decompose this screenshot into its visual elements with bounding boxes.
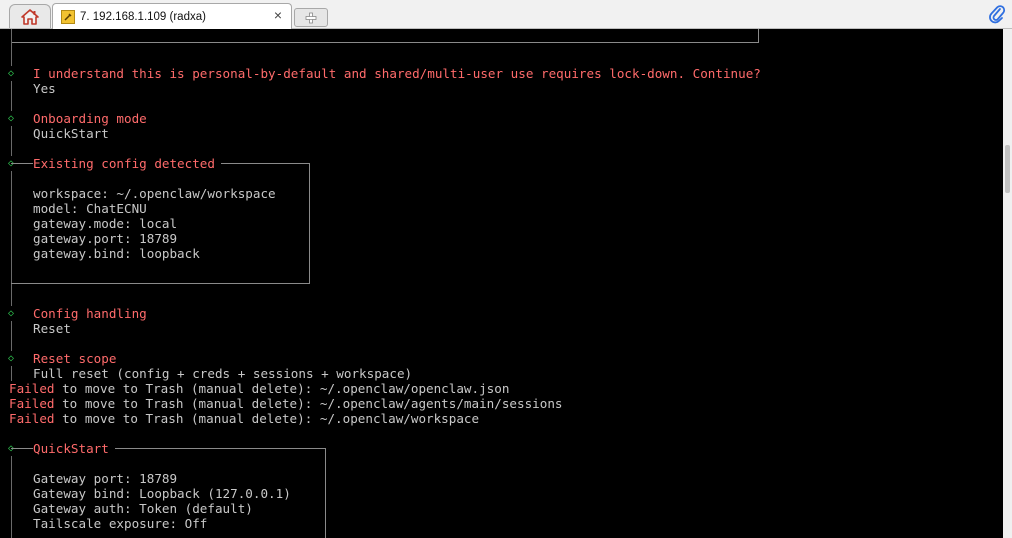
terminal-output[interactable]: ◇ I understand this is personal-by-defau… <box>0 29 1003 538</box>
quickstart-line: Gateway auth: Token (default) <box>33 501 253 516</box>
tab-title: 7. 192.168.1.109 (radxa) <box>80 10 206 23</box>
guide-line <box>11 81 12 111</box>
config-line: gateway.bind: loopback <box>33 246 200 261</box>
diamond-icon: ◇ <box>8 353 15 364</box>
new-tab-button[interactable] <box>294 8 328 27</box>
failed-line: Failed to move to Trash (manual delete):… <box>9 411 479 426</box>
diamond-icon: ◇ <box>8 113 15 124</box>
config-line: gateway.port: 18789 <box>33 231 178 246</box>
config-handling-value: Reset <box>33 321 71 336</box>
config-line: model: ChatECNU <box>33 201 147 216</box>
scrollbar-thumb[interactable] <box>1005 145 1010 193</box>
failed-line: Failed to move to Trash (manual delete):… <box>9 396 563 411</box>
scrollbar-track[interactable] <box>1003 29 1012 538</box>
quickstart-line: Gateway port: 18789 <box>33 471 178 486</box>
failed-message: to move to Trash (manual delete): ~/.ope… <box>54 411 480 426</box>
close-icon[interactable]: × <box>274 7 282 23</box>
diamond-icon: ◇ <box>8 68 15 79</box>
onboarding-title: Onboarding mode <box>33 111 147 126</box>
guide-line <box>11 366 12 381</box>
config-line: gateway.mode: local <box>33 216 178 231</box>
plus-icon <box>305 12 317 23</box>
diamond-icon: ◇ <box>8 308 15 319</box>
home-icon <box>21 8 39 25</box>
tab-bar: 7. 192.168.1.109 (radxa) × <box>0 0 1012 29</box>
guide-line <box>11 321 12 351</box>
quickstart-title: QuickStart <box>33 441 115 456</box>
quickstart-line: Gateway bind: Loopback (127.0.0.1) <box>33 486 291 501</box>
config-handling-title: Config handling <box>33 306 147 321</box>
quickstart-line: Tailscale exposure: Off <box>33 516 208 531</box>
failed-word: Failed <box>9 396 55 411</box>
home-tab[interactable] <box>9 4 51 28</box>
confirm-question: I understand this is personal-by-default… <box>33 66 761 81</box>
guide-line <box>11 29 12 66</box>
reset-scope-title: Reset scope <box>33 351 117 366</box>
failed-word: Failed <box>9 411 55 426</box>
guide-line <box>11 126 12 156</box>
paperclip-icon[interactable] <box>988 4 1006 24</box>
reset-scope-value: Full reset (config + creds + sessions + … <box>33 366 413 381</box>
onboarding-value: QuickStart <box>33 126 109 141</box>
session-tab[interactable]: 7. 192.168.1.109 (radxa) × <box>52 3 292 29</box>
existing-config-title: Existing config detected <box>33 156 221 171</box>
confirm-answer: Yes <box>33 81 56 96</box>
config-line: workspace: ~/.openclaw/workspace <box>33 186 276 201</box>
failed-word: Failed <box>9 381 55 396</box>
wrench-icon <box>61 9 75 24</box>
failed-message: to move to Trash (manual delete): ~/.ope… <box>54 396 563 411</box>
previous-box-bottom <box>11 29 759 43</box>
failed-message: to move to Trash (manual delete): ~/.ope… <box>54 381 510 396</box>
failed-line: Failed to move to Trash (manual delete):… <box>9 381 509 396</box>
